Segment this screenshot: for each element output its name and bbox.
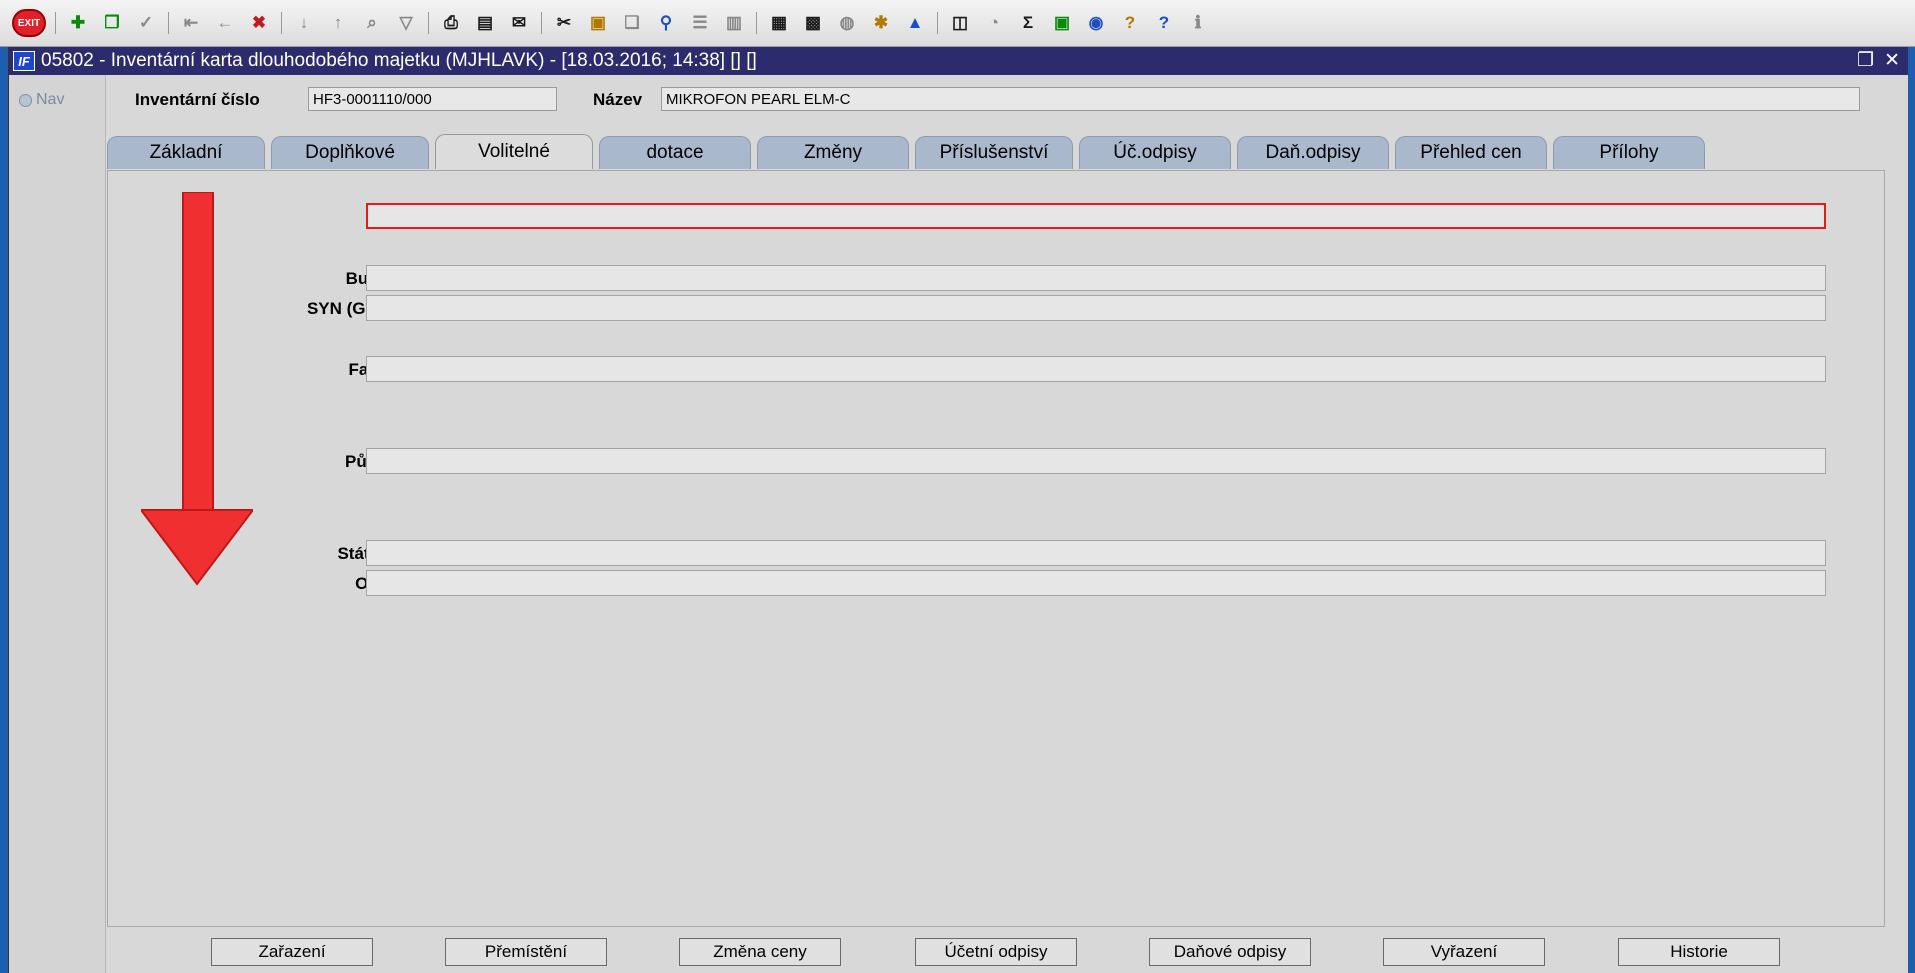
delete-record-icon[interactable]: ✖ [246,10,272,36]
tab-dan-odpisy[interactable]: Daň.odpisy [1237,136,1389,169]
mail-icon[interactable]: ✉ [506,10,532,36]
calendar-icon[interactable]: ▦ [766,10,792,36]
query-icon[interactable]: ⌕ [359,10,385,36]
diagram-icon[interactable]: ◫ [947,10,973,36]
toolbar-icons: EXIT ✚ ❐ ✓ ⇤ ← ✖ ↓ ↑ ⌕ ▽ ⎙ ▤ ✉ ✂ ▣ ❏ ⚲ ☰… [8,6,1215,40]
toolbar-separator [55,12,56,34]
filter-icon[interactable]: ▽ [393,10,419,36]
tab-uc-odpisy[interactable]: Úč.odpisy [1079,136,1231,169]
stat-puv-field[interactable] [366,540,1826,566]
danove-odpisy-button[interactable]: Daňové odpisy [1149,938,1311,966]
print-icon[interactable]: ⎙ [438,10,464,36]
info-icon[interactable]: ℹ [1185,10,1211,36]
vyrazeni-button[interactable]: Vyřazení [1383,938,1545,966]
tab-doplnkove[interactable]: Doplňkové [271,136,429,169]
toolbar-separator [168,12,169,34]
tab-prislusenstvi[interactable]: Příslušenství [915,136,1073,169]
columns-icon[interactable]: ▥ [721,10,747,36]
name-field[interactable] [661,87,1860,111]
tab-prilohy[interactable]: Přílohy [1553,136,1705,169]
budova-field[interactable] [366,265,1826,291]
close-icon[interactable]: ✕ [1884,49,1900,72]
puv-ns-field[interactable] [366,448,1826,474]
tab-prehled-cen[interactable]: Přehled cen [1395,136,1547,169]
main-window: IF 05802 - Inventární karta dlouhodobého… [8,47,1908,973]
tab-dotace[interactable]: dotace [599,136,751,169]
nav-label: Nav [36,91,65,108]
percent-icon[interactable]: ◔ [981,10,1007,36]
toolbar-separator [756,12,757,34]
chart-icon[interactable]: ▲ [902,10,928,36]
list-icon[interactable]: ☰ [687,10,713,36]
help-icon[interactable]: ? [1151,10,1177,36]
tab-zmeny[interactable]: Změny [757,136,909,169]
add-record-icon[interactable]: ✚ [65,10,91,36]
first-record-icon[interactable]: ⇤ [178,10,204,36]
syn-glum-field[interactable] [366,295,1826,321]
restore-icon[interactable]: ❐ [1857,49,1874,72]
osoba-field[interactable] [366,570,1826,596]
historie-button[interactable]: Historie [1618,938,1780,966]
duplicate-icon[interactable]: ❏ [619,10,645,36]
cut-icon[interactable]: ✂ [551,10,577,36]
zmena-ceny-button[interactable]: Změna ceny [679,938,841,966]
tab-volitelne[interactable]: Volitelné [435,134,593,169]
previous-record-icon[interactable]: ← [212,10,238,36]
window-title: 05802 - Inventární karta dlouhodobého ma… [41,50,757,71]
down-arrow-annotation [141,192,253,586]
name-label: Název [593,90,643,109]
save-record-icon[interactable]: ✓ [133,10,159,36]
toolbar-separator [541,12,542,34]
ucetni-odpisy-button[interactable]: Účetní odpisy [915,938,1077,966]
toolbar-separator [428,12,429,34]
fond-field[interactable] [366,203,1826,229]
toolbar-separator [937,12,938,34]
save-icon[interactable]: ▩ [800,10,826,36]
excel-icon[interactable]: ▣ [1049,10,1075,36]
window-titlebar: IF 05802 - Inventární karta dlouhodobého… [9,47,1908,75]
sort-descending-icon[interactable]: ↑ [325,10,351,36]
inventory-number-label: Inventární číslo [135,90,260,109]
print-preview-icon[interactable]: ▤ [472,10,498,36]
copy-record-icon[interactable]: ❐ [99,10,125,36]
paste-icon[interactable]: ▣ [585,10,611,36]
form-panel: Fond Budova SYN (GLUM) Fakulta Pův. NS S… [107,170,1885,927]
fakulta-field[interactable] [366,356,1826,382]
nav-radio[interactable]: Nav [19,91,64,109]
toolbar-separator [281,12,282,34]
zarazeni-button[interactable]: Zařazení [211,938,373,966]
network-icon[interactable]: ✱ [868,10,894,36]
sum-icon[interactable]: Σ [1015,10,1041,36]
app-logo-icon: IF [13,51,35,71]
left-navigation-panel: Nav [9,75,106,973]
help-search-icon[interactable]: ? [1117,10,1143,36]
browser-icon[interactable]: ◉ [1083,10,1109,36]
sort-ascending-icon[interactable]: ↓ [291,10,317,36]
premisteni-button[interactable]: Přemístění [445,938,607,966]
toolbar: EXIT ✚ ❐ ✓ ⇤ ← ✖ ↓ ↑ ⌕ ▽ ⎙ ▤ ✉ ✂ ▣ ❏ ⚲ ☰… [0,0,1915,47]
window-controls: ❐ ✕ [1857,49,1900,72]
tab-zakladni[interactable]: Základní [107,136,265,169]
globe-icon[interactable]: ◍ [834,10,860,36]
bottom-action-bar: Zařazení Přemístění Změna ceny Účetní od… [107,932,1885,972]
tab-bar: Základní Doplňkové Volitelné dotace Změn… [107,134,1711,170]
find-icon[interactable]: ⚲ [653,10,679,36]
exit-button[interactable]: EXIT [12,9,46,37]
radio-icon [19,93,32,107]
inventory-number-field[interactable] [308,87,557,111]
